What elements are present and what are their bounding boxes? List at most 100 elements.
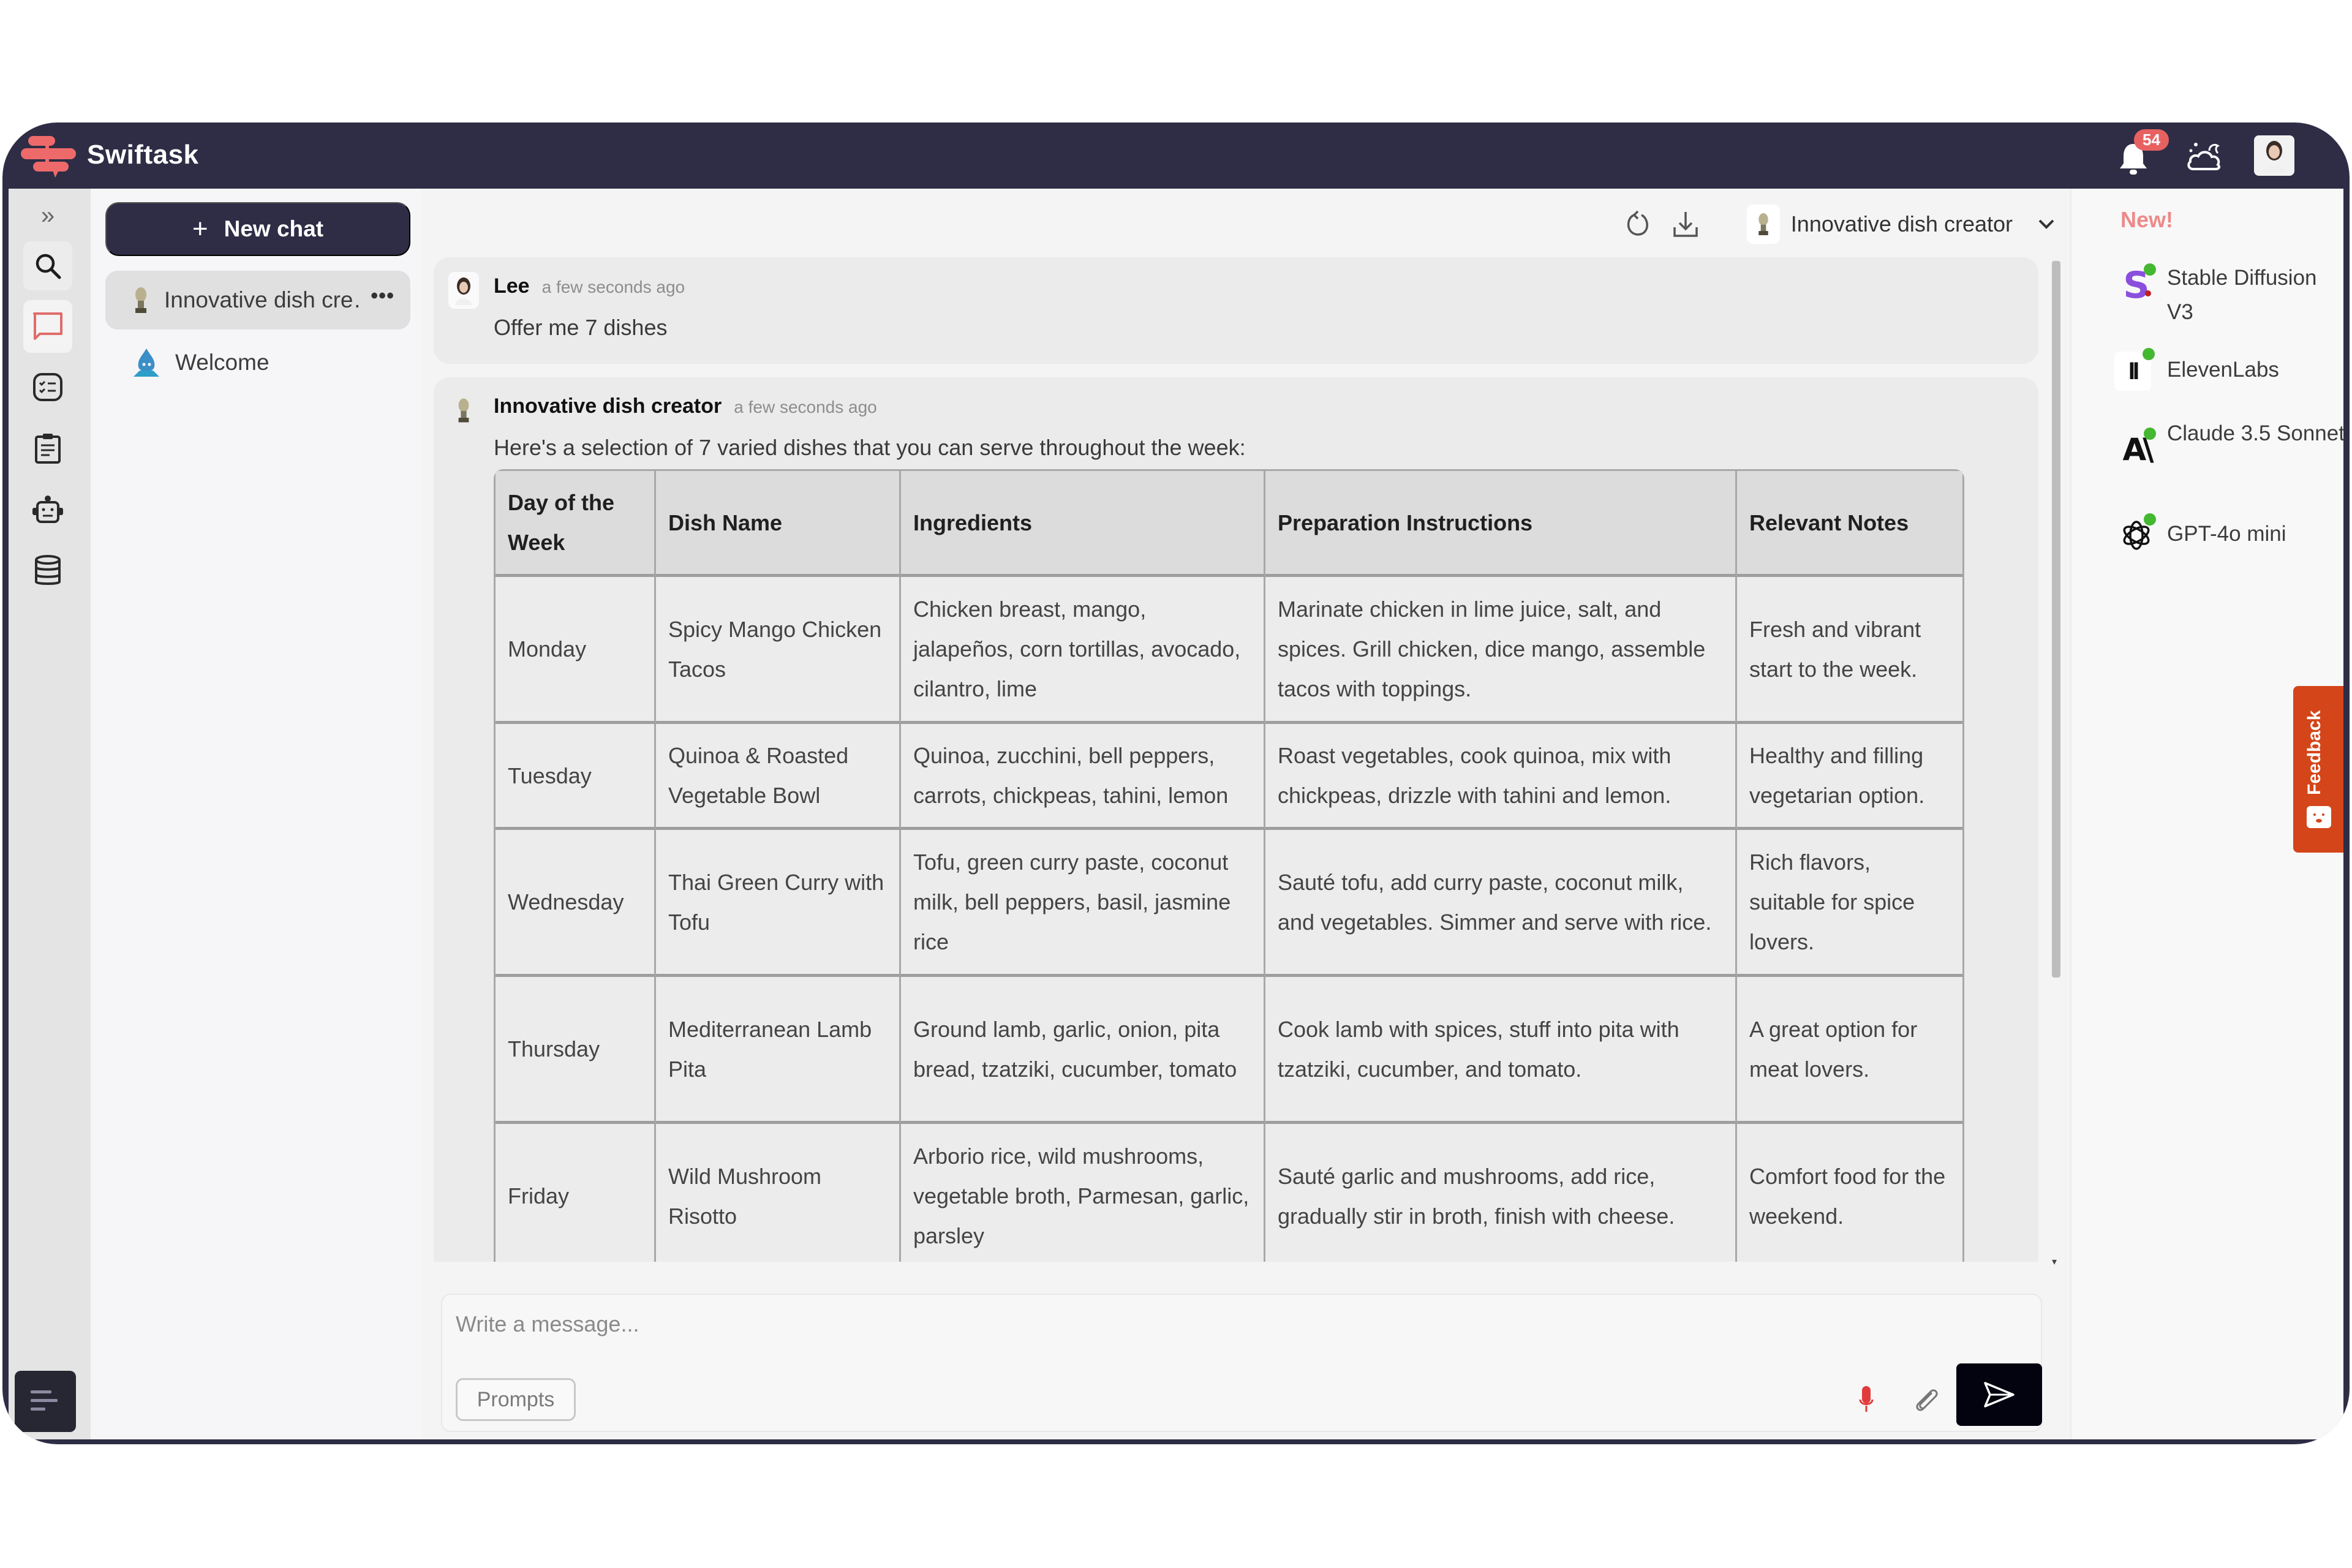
model-item-claude[interactable]: A\ Claude 3.5 Sonnet — [2114, 417, 2345, 474]
chat-title: Welcome — [175, 350, 270, 375]
database-icon — [35, 555, 61, 585]
chevron-down-icon — [2038, 219, 2054, 229]
agent-avatar — [1746, 205, 1780, 244]
send-icon — [1984, 1382, 2015, 1408]
clipboard-icon — [35, 434, 61, 464]
online-status-dot — [2143, 348, 2155, 360]
table-cell: Cook lamb with spices, stuff into pita w… — [1265, 977, 1737, 1124]
assistant-avatar — [448, 392, 479, 429]
online-status-dot — [2144, 428, 2156, 440]
prompts-button[interactable]: Prompts — [456, 1378, 576, 1421]
table-cell: Comfort food for the weekend. — [1737, 1124, 1962, 1262]
elevenlabs-icon: II — [2114, 348, 2155, 391]
refresh-button[interactable] — [1619, 206, 1656, 243]
table-cell: Chicken breast, mango, jalapeños, corn t… — [901, 577, 1265, 724]
column-header: Dish Name — [656, 471, 901, 577]
swiftask-logo-icon — [21, 136, 76, 179]
user-photo-icon — [455, 277, 472, 305]
notifications-button[interactable]: 54 — [2118, 129, 2169, 177]
table-cell: Fresh and vibrant start to the week. — [1737, 577, 1962, 724]
table-cell: Wednesday — [496, 830, 656, 977]
send-button[interactable] — [1956, 1363, 2042, 1426]
message-assistant: Innovative dish creator a few seconds ago… — [434, 377, 2038, 1262]
download-button[interactable] — [1667, 206, 1704, 243]
rail-data[interactable] — [23, 546, 72, 595]
agent-name: Innovative dish creator — [1790, 211, 2013, 236]
weather-button[interactable] — [2184, 135, 2225, 176]
chat-list-item[interactable]: Innovative dish cre… ••• — [105, 271, 410, 330]
table-row: Wednesday Thai Green Curry with Tofu Tof… — [496, 830, 1962, 977]
column-header: Relevant Notes — [1737, 471, 1962, 577]
chat-main: Innovative dish creator Lee a few seconds… — [421, 189, 2070, 1439]
app-name: Swiftask — [87, 140, 199, 170]
app-content: » + New chat Innovative dish cre… ••• We… — [9, 189, 2345, 1439]
chat-title: Innovative dish cre… — [164, 287, 360, 312]
message-timestamp: a few seconds ago — [734, 398, 877, 417]
message-input[interactable] — [456, 1306, 1803, 1343]
chat-sidebar: + New chat Innovative dish cre… ••• Welc… — [91, 189, 421, 1439]
model-name: Stable Diffusion V3 — [2167, 266, 2317, 324]
online-status-dot — [2144, 513, 2156, 526]
table-row: Tuesday Quinoa & Roasted Vegetable Bowl … — [496, 724, 1962, 830]
new-models-heading: New! — [2120, 207, 2174, 232]
table-cell: Tofu, green curry paste, coconut milk, b… — [901, 830, 1265, 977]
top-bar: Swiftask 54 — [2, 123, 2350, 189]
table-cell: Roast vegetables, cook quinoa, mix with … — [1265, 724, 1737, 830]
anthropic-icon: A\ — [2114, 425, 2158, 474]
table-cell: Rich flavors, suitable for spice lovers. — [1737, 830, 1962, 977]
table-cell: Sauté garlic and mushrooms, add rice, gr… — [1265, 1124, 1737, 1262]
model-item-stable-diffusion[interactable]: S Stable Diffusion V3 — [2114, 261, 2345, 330]
table-cell: Marinate chicken in lime juice, salt, an… — [1265, 577, 1737, 724]
message-text: Here's a selection of 7 varied dishes th… — [494, 435, 1246, 460]
plus-icon: + — [192, 214, 208, 244]
table-cell: Quinoa, zucchini, bell peppers, carrots,… — [901, 724, 1265, 830]
message-user: Lee a few seconds ago Offer me 7 dishes — [434, 257, 2038, 364]
agent-selector[interactable]: Innovative dish creator — [1746, 205, 2057, 244]
model-item-elevenlabs[interactable]: II ElevenLabs — [2114, 348, 2345, 391]
table-header-row: Day of the Week Dish Name Ingredients Pr… — [496, 471, 1962, 577]
model-item-gpt4o-mini[interactable]: GPT-4o mini — [2114, 511, 2345, 560]
table-cell: Wild Mushroom Risotto — [656, 1124, 901, 1262]
weather-cloud-icon — [2187, 143, 2221, 170]
rail-documents[interactable] — [23, 424, 72, 473]
message-text: Offer me 7 dishes — [494, 315, 668, 340]
chat-list-item[interactable]: Welcome — [105, 333, 410, 392]
robot-icon — [32, 496, 63, 523]
messages-scrollbar[interactable]: ▾ — [2049, 257, 2062, 1268]
message-composer: Prompts — [441, 1294, 2042, 1432]
app-window: Swiftask 54 » + New chat Innovative dish… — [2, 123, 2350, 1444]
chef-avatar-icon — [135, 287, 146, 313]
feedback-smiley-icon — [2307, 806, 2331, 828]
scroll-down-arrow-icon[interactable]: ▾ — [2052, 1256, 2057, 1268]
rail-agents[interactable] — [23, 485, 72, 534]
more-options-icon[interactable]: ••• — [371, 284, 394, 308]
download-icon — [1673, 212, 1698, 237]
table-cell: Thursday — [496, 977, 656, 1124]
table-cell: Spicy Mango Chicken Tacos — [656, 577, 901, 724]
rail-tasks[interactable] — [23, 363, 72, 412]
attach-button[interactable] — [1907, 1379, 1944, 1420]
scrollbar-thumb[interactable] — [2052, 261, 2060, 978]
dishes-table: Day of the Week Dish Name Ingredients Pr… — [494, 469, 1964, 1262]
tasks-icon — [33, 373, 62, 401]
user-avatar[interactable] — [2254, 135, 2294, 176]
messages-list[interactable]: Lee a few seconds ago Offer me 7 dishes I… — [434, 257, 2045, 1262]
new-chat-button[interactable]: + New chat — [105, 202, 410, 256]
table-cell: Tuesday — [496, 724, 656, 830]
table-cell: Arborio rice, wild mushrooms, vegetable … — [901, 1124, 1265, 1262]
rail-search[interactable] — [23, 241, 72, 290]
rail-expand[interactable]: » — [23, 197, 72, 234]
workspace-thumbnail[interactable] — [15, 1371, 76, 1432]
table-cell: A great option for meat lovers. — [1737, 977, 1962, 1124]
microphone-button[interactable] — [1851, 1379, 1882, 1420]
paperclip-icon — [1916, 1389, 1938, 1411]
rail-chats[interactable] — [23, 300, 72, 353]
table-cell: Thai Green Curry with Tofu — [656, 830, 901, 977]
table-cell: Healthy and filling vegetarian option. — [1737, 724, 1962, 830]
chef-avatar-icon — [458, 398, 469, 423]
column-header: Ingredients — [901, 471, 1265, 577]
table-row: Friday Wild Mushroom Risotto Arborio ric… — [496, 1124, 1962, 1262]
new-chat-label: New chat — [224, 216, 324, 241]
feedback-button[interactable]: Feedback — [2293, 686, 2343, 853]
column-header: Day of the Week — [496, 471, 656, 577]
